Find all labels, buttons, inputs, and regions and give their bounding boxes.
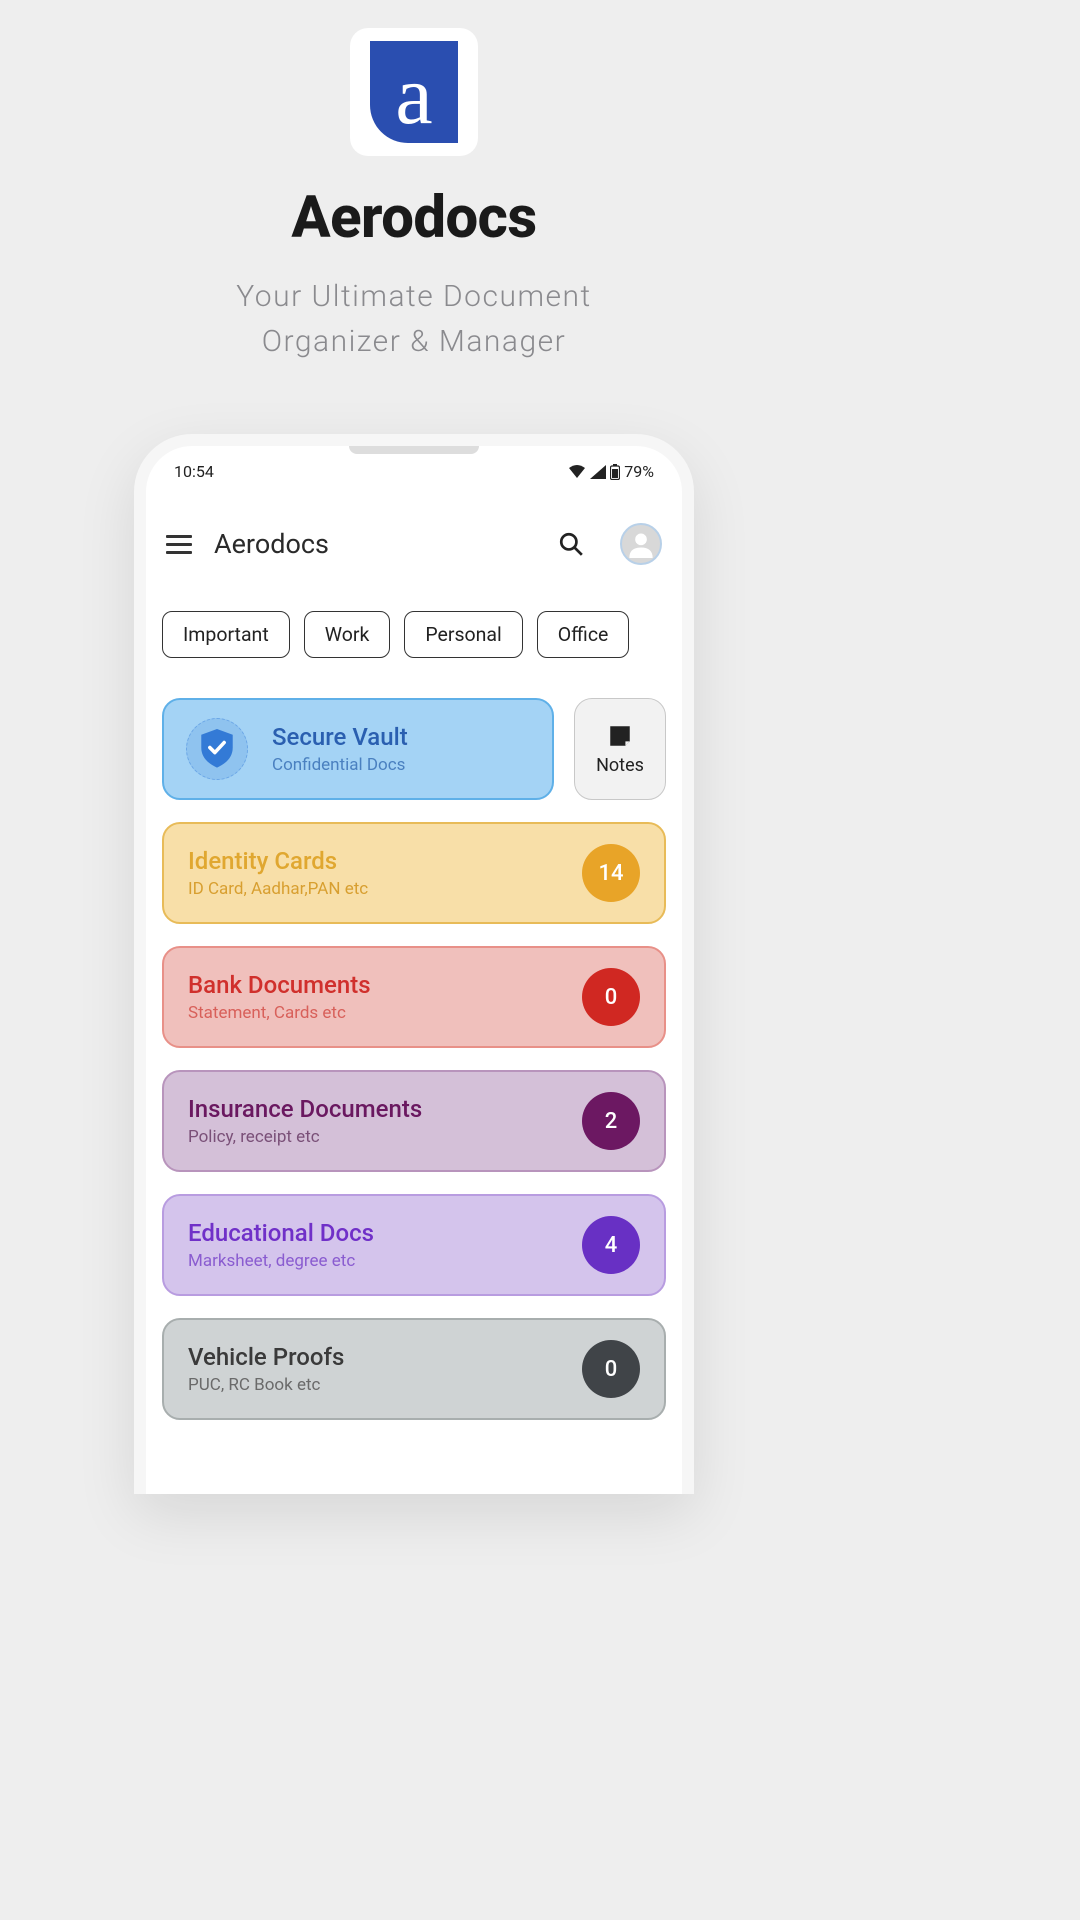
status-battery: 79% <box>624 462 654 481</box>
filter-chip[interactable]: Personal <box>404 611 522 658</box>
notes-icon <box>607 723 633 749</box>
count-badge: 2 <box>582 1092 640 1150</box>
count-badge: 0 <box>582 968 640 1026</box>
category-title: Vehicle Proofs <box>188 1343 344 1371</box>
promo-title: Aerodocs <box>291 184 536 252</box>
category-title: Bank Documents <box>188 971 371 999</box>
category-title: Educational Docs <box>188 1219 374 1247</box>
battery-icon <box>610 464 620 480</box>
notes-button[interactable]: Notes <box>574 698 666 800</box>
search-icon[interactable] <box>558 531 584 557</box>
vault-subtitle: Confidential Docs <box>272 755 408 775</box>
category-title: Insurance Documents <box>188 1095 422 1123</box>
category-card[interactable]: Vehicle Proofs PUC, RC Book etc 0 <box>162 1318 666 1420</box>
category-subtitle: Marksheet, degree etc <box>188 1251 374 1271</box>
promo-subtitle: Your Ultimate Document Organizer & Manag… <box>236 274 591 364</box>
category-subtitle: PUC, RC Book etc <box>188 1375 344 1395</box>
secure-vault-card[interactable]: Secure Vault Confidential Docs <box>162 698 554 800</box>
category-card[interactable]: Educational Docs Marksheet, degree etc 4 <box>162 1194 666 1296</box>
filter-chip[interactable]: Work <box>304 611 391 658</box>
count-badge: 4 <box>582 1216 640 1274</box>
signal-icon <box>590 465 606 479</box>
vault-title: Secure Vault <box>272 723 408 751</box>
shield-icon <box>186 718 248 780</box>
phone-frame: 10:54 79% Aerodocs Important Work Personal… <box>134 434 694 1494</box>
category-card[interactable]: Bank Documents Statement, Cards etc 0 <box>162 946 666 1048</box>
category-title: Identity Cards <box>188 847 368 875</box>
menu-icon[interactable] <box>166 535 192 554</box>
logo-letter: a <box>395 54 432 138</box>
filter-chip[interactable]: Office <box>537 611 630 658</box>
count-badge: 0 <box>582 1340 640 1398</box>
avatar[interactable] <box>620 523 662 565</box>
category-card[interactable]: Identity Cards ID Card, Aadhar,PAN etc 1… <box>162 822 666 924</box>
wifi-icon <box>568 465 586 479</box>
category-subtitle: Statement, Cards etc <box>188 1003 371 1023</box>
count-badge: 14 <box>582 844 640 902</box>
notch <box>349 446 479 454</box>
filter-chip[interactable]: Important <box>162 611 290 658</box>
notes-label: Notes <box>596 755 644 776</box>
category-card[interactable]: Insurance Documents Policy, receipt etc … <box>162 1070 666 1172</box>
app-logo: a <box>350 28 478 156</box>
category-subtitle: ID Card, Aadhar,PAN etc <box>188 879 368 899</box>
header-title: Aerodocs <box>214 528 536 560</box>
status-time: 10:54 <box>174 462 214 481</box>
category-subtitle: Policy, receipt etc <box>188 1127 422 1147</box>
